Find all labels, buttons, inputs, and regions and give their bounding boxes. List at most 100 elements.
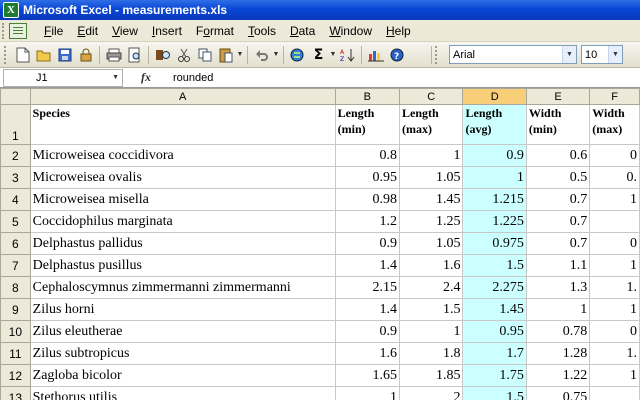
length-min-cell[interactable]: 0.8 bbox=[334, 144, 401, 167]
chart-wizard-icon[interactable] bbox=[365, 44, 386, 65]
species-cell[interactable]: Microweisea coccidivora bbox=[29, 144, 336, 167]
excel-app-icon[interactable]: X bbox=[3, 2, 19, 18]
header-cell-width-min[interactable]: Width (min) bbox=[525, 104, 591, 145]
species-cell[interactable]: Delphastus pusillus bbox=[29, 254, 336, 277]
row-header[interactable]: 2 bbox=[0, 144, 31, 167]
menu-item[interactable]: Insert bbox=[145, 24, 189, 38]
formatting-toolbar-grip[interactable] bbox=[435, 45, 439, 64]
header-cell-species[interactable]: Species bbox=[29, 104, 336, 145]
column-header[interactable]: C bbox=[399, 88, 464, 105]
chevron-down-icon[interactable]: ▼ bbox=[562, 46, 576, 63]
research-icon[interactable] bbox=[152, 44, 173, 65]
row-header[interactable]: 1 bbox=[0, 104, 31, 145]
length-avg-cell[interactable]: 1.5 bbox=[462, 386, 527, 400]
species-cell[interactable]: Coccidophilus marginata bbox=[29, 210, 336, 233]
paste-dropdown-icon[interactable]: ▼ bbox=[236, 51, 244, 58]
length-avg-cell[interactable]: 1.7 bbox=[462, 342, 527, 365]
select-all-corner[interactable] bbox=[0, 88, 31, 105]
length-min-cell[interactable]: 0.95 bbox=[334, 166, 401, 189]
menu-item[interactable]: Edit bbox=[70, 24, 105, 38]
menu-item[interactable]: Tools bbox=[241, 24, 283, 38]
width-min-cell[interactable]: 1 bbox=[525, 298, 591, 321]
row-header[interactable]: 12 bbox=[0, 364, 31, 387]
paste-icon[interactable] bbox=[215, 44, 236, 65]
open-icon[interactable] bbox=[33, 44, 54, 65]
length-max-cell[interactable]: 1.8 bbox=[399, 342, 464, 365]
width-min-cell[interactable]: 0.5 bbox=[525, 166, 591, 189]
length-avg-cell[interactable]: 0.9 bbox=[462, 144, 527, 167]
length-max-cell[interactable]: 1 bbox=[399, 144, 464, 167]
row-header[interactable]: 8 bbox=[0, 276, 31, 299]
font-size-select[interactable]: 10 ▼ bbox=[581, 45, 623, 64]
header-cell-width-max[interactable]: Width (max) bbox=[589, 104, 640, 145]
length-avg-cell[interactable]: 1.5 bbox=[462, 254, 527, 277]
width-min-cell[interactable]: 1.3 bbox=[525, 276, 591, 299]
width-min-cell[interactable]: 0.7 bbox=[525, 210, 591, 233]
width-min-cell[interactable]: 0.78 bbox=[525, 320, 591, 343]
row-header[interactable]: 10 bbox=[0, 320, 31, 343]
length-avg-cell[interactable]: 1.45 bbox=[462, 298, 527, 321]
length-min-cell[interactable]: 1.6 bbox=[334, 342, 401, 365]
menu-item[interactable]: Window bbox=[322, 24, 379, 38]
column-header[interactable]: B bbox=[334, 88, 401, 105]
help-icon[interactable]: ? bbox=[386, 44, 407, 65]
length-min-cell[interactable]: 1.65 bbox=[334, 364, 401, 387]
header-cell-length-avg[interactable]: Length (avg) bbox=[462, 104, 527, 145]
width-min-cell[interactable]: 1.28 bbox=[525, 342, 591, 365]
width-max-cell[interactable]: 1 bbox=[589, 188, 640, 211]
length-max-cell[interactable]: 1.6 bbox=[399, 254, 464, 277]
hyperlink-icon[interactable] bbox=[287, 44, 308, 65]
chevron-down-icon[interactable]: ▼ bbox=[112, 74, 119, 81]
chevron-down-icon[interactable]: ▼ bbox=[608, 46, 622, 63]
undo-dropdown-icon[interactable]: ▼ bbox=[272, 51, 280, 58]
row-header[interactable]: 3 bbox=[0, 166, 31, 189]
font-name-select[interactable]: Arial ▼ bbox=[449, 45, 577, 64]
name-box[interactable]: J1 ▼ bbox=[3, 68, 123, 87]
copy-icon[interactable] bbox=[194, 44, 215, 65]
length-min-cell[interactable]: 1.2 bbox=[334, 210, 401, 233]
length-min-cell[interactable]: 1.4 bbox=[334, 298, 401, 321]
length-max-cell[interactable]: 1.25 bbox=[399, 210, 464, 233]
length-avg-cell[interactable]: 1.215 bbox=[462, 188, 527, 211]
width-max-cell[interactable]: 0. bbox=[589, 166, 640, 189]
length-min-cell[interactable]: 1.4 bbox=[334, 254, 401, 277]
length-max-cell[interactable]: 2.4 bbox=[399, 276, 464, 299]
autosum-icon[interactable]: Σ bbox=[308, 44, 329, 65]
length-max-cell[interactable]: 1.05 bbox=[399, 232, 464, 255]
column-header[interactable]: A bbox=[29, 88, 336, 105]
species-cell[interactable]: Zilus eleutherae bbox=[29, 320, 336, 343]
print-icon[interactable] bbox=[103, 44, 124, 65]
species-cell[interactable]: Microweisea ovalis bbox=[29, 166, 336, 189]
species-cell[interactable]: Zagloba bicolor bbox=[29, 364, 336, 387]
menu-grip[interactable] bbox=[2, 22, 6, 39]
menu-item[interactable]: Help bbox=[379, 24, 418, 38]
width-max-cell[interactable]: 0 bbox=[589, 232, 640, 255]
undo-icon[interactable] bbox=[251, 44, 272, 65]
length-min-cell[interactable]: 0.9 bbox=[334, 232, 401, 255]
width-min-cell[interactable]: 0.6 bbox=[525, 144, 591, 167]
row-header[interactable]: 9 bbox=[0, 298, 31, 321]
insert-function-icon[interactable]: fx bbox=[123, 70, 169, 85]
width-max-cell[interactable] bbox=[589, 210, 640, 233]
width-max-cell[interactable]: 1. bbox=[589, 342, 640, 365]
length-max-cell[interactable]: 2 bbox=[399, 386, 464, 400]
species-cell[interactable]: Stethorus utilis bbox=[29, 386, 336, 400]
length-avg-cell[interactable]: 1.225 bbox=[462, 210, 527, 233]
length-avg-cell[interactable]: 2.275 bbox=[462, 276, 527, 299]
length-max-cell[interactable]: 1.05 bbox=[399, 166, 464, 189]
row-header[interactable]: 13 bbox=[0, 386, 31, 400]
formula-input[interactable]: rounded bbox=[169, 72, 213, 84]
print-preview-icon[interactable] bbox=[124, 44, 145, 65]
sort-ascending-icon[interactable]: AZ bbox=[337, 44, 358, 65]
menu-item[interactable]: File bbox=[37, 24, 70, 38]
column-header[interactable]: D bbox=[462, 88, 527, 105]
autosum-dropdown-icon[interactable]: ▼ bbox=[329, 51, 337, 58]
new-icon[interactable] bbox=[12, 44, 33, 65]
length-avg-cell[interactable]: 1 bbox=[462, 166, 527, 189]
width-max-cell[interactable]: 0 bbox=[589, 144, 640, 167]
length-min-cell[interactable]: 1 bbox=[334, 386, 401, 400]
toolbar-grip[interactable] bbox=[4, 45, 8, 64]
length-min-cell[interactable]: 0.98 bbox=[334, 188, 401, 211]
workbook-icon[interactable] bbox=[9, 22, 27, 39]
species-cell[interactable]: Zilus subtropicus bbox=[29, 342, 336, 365]
